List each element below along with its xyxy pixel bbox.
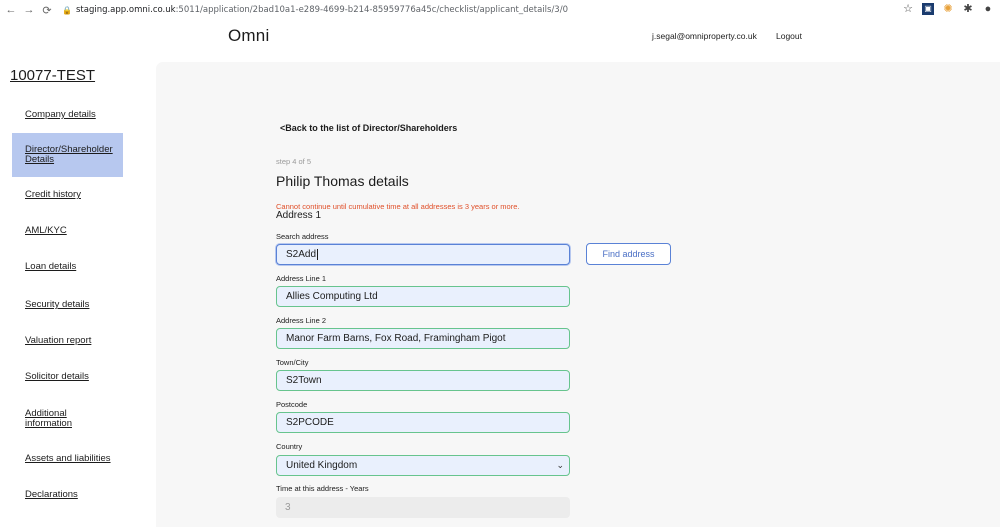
postcode-label: Postcode (276, 400, 308, 409)
sidebar-item-security-details[interactable]: Security details (12, 287, 123, 323)
search-address-value: S2Add (286, 249, 317, 260)
address-subheading: Address 1 (276, 210, 322, 221)
sidebar-item-company-details[interactable]: Company details (12, 97, 123, 133)
address-line-1-value: Allies Computing Ltd (286, 291, 378, 302)
user-email: j.segal@omniproperty.co.uk (652, 31, 757, 41)
profile-icon[interactable]: ● (982, 3, 994, 15)
postcode-input[interactable]: S2PCODE (276, 412, 570, 433)
sidebar-item-solicitor-details[interactable]: Solicitor details (12, 359, 123, 395)
sidebar-item-valuation-report[interactable]: Valuation report (12, 323, 123, 359)
forward-arrow-icon[interactable]: → (22, 4, 36, 16)
url-path: :5011/application/2bad10a1-e289-4699-b21… (175, 5, 568, 15)
years-at-address-input[interactable]: 3 (276, 497, 570, 518)
country-value: United Kingdom (286, 460, 358, 471)
sidebar-item-aml-kyc[interactable]: AML/KYC (12, 213, 123, 249)
sidebar-item-declarations[interactable]: Declarations (12, 477, 123, 513)
find-address-button[interactable]: Find address (586, 243, 671, 265)
address-line-1-input[interactable]: Allies Computing Ltd (276, 286, 570, 307)
chevron-down-icon: ⌄ (556, 460, 564, 470)
url-host: staging.app.omni.co.uk (75, 5, 176, 15)
sidebar-item-additional-information[interactable]: Additional information (12, 399, 123, 439)
logout-link[interactable]: Logout (776, 31, 802, 41)
search-address-input[interactable]: S2Add (276, 244, 570, 265)
town-city-value: S2Town (286, 375, 322, 386)
years-at-address-value: 3 (285, 502, 291, 513)
address-line-2-input[interactable]: Manor Farm Barns, Fox Road, Framingham P… (276, 328, 570, 349)
address-line-2-value: Manor Farm Barns, Fox Road, Framingham P… (286, 333, 506, 344)
extension-color-icon[interactable]: ✺ (942, 3, 954, 15)
sidebar-item-credit-history[interactable]: Credit history (12, 177, 123, 213)
extension-icon[interactable]: ▣ (922, 3, 934, 15)
reload-icon[interactable]: ⟳ (40, 4, 54, 17)
address-line-2-label: Address Line 2 (276, 316, 327, 325)
sidebar-item-director-shareholder[interactable]: Director/Shareholder Details (12, 133, 123, 177)
browser-extensions: ☆ ▣ ✺ ✱ ● (902, 3, 994, 15)
postcode-value: S2PCODE (286, 417, 334, 428)
text-caret (317, 249, 319, 260)
puzzle-icon[interactable]: ✱ (962, 3, 974, 15)
sidebar-item-loan-details[interactable]: Loan details (12, 249, 123, 285)
lock-icon: 🔒 (62, 5, 72, 15)
town-city-label: Town/City (276, 358, 309, 367)
sidebar: Company details Director/Shareholder Det… (12, 97, 123, 527)
back-to-directors-link[interactable]: <Back to the list of Director/Shareholde… (280, 123, 457, 133)
address-bar[interactable]: 🔒 staging.app.omni.co.uk :5011/applicati… (62, 5, 568, 15)
country-select[interactable]: United Kingdom ⌄ (276, 455, 570, 476)
country-label: Country (276, 442, 303, 451)
back-arrow-icon[interactable]: ← (4, 4, 18, 16)
years-at-address-label: Time at this address - Years (276, 484, 369, 493)
page-title[interactable]: 10077-TEST (10, 67, 95, 84)
form-heading: Philip Thomas details (276, 173, 409, 189)
address-line-1-label: Address Line 1 (276, 274, 327, 283)
town-city-input[interactable]: S2Town (276, 370, 570, 391)
logo[interactable]: Omni (228, 26, 269, 46)
search-address-label: Search address (276, 232, 329, 241)
browser-toolbar: ← → ⟳ 🔒 staging.app.omni.co.uk :5011/app… (0, 0, 1000, 21)
step-indicator: step 4 of 5 (276, 157, 312, 166)
app-header: Omni j.segal@omniproperty.co.uk Logout (0, 20, 1000, 52)
star-icon[interactable]: ☆ (902, 3, 914, 15)
sidebar-item-assets-liabilities[interactable]: Assets and liabilities (12, 441, 123, 477)
